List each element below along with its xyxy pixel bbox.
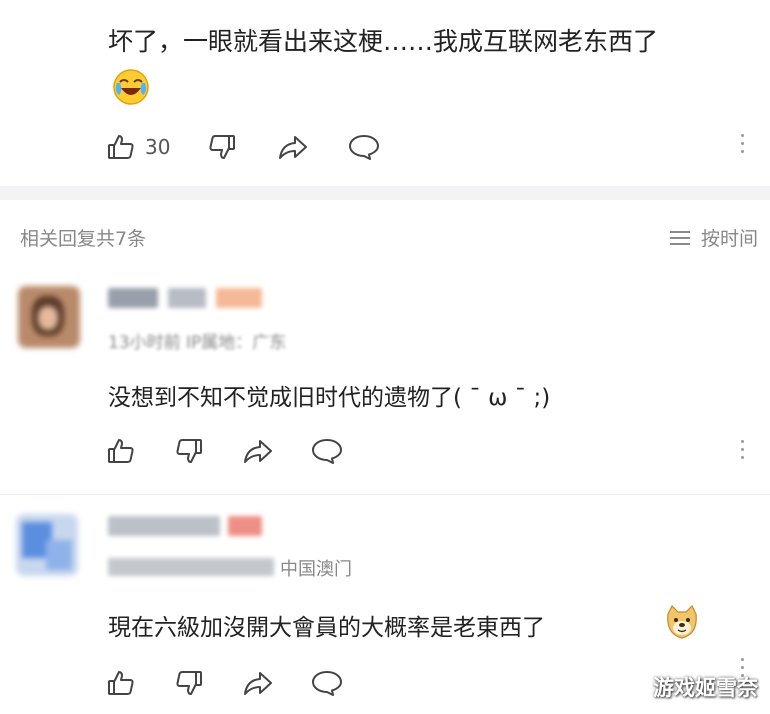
username-blur bbox=[168, 288, 206, 308]
sort-by-time-button[interactable]: 按时间 bbox=[669, 224, 758, 251]
like-count: 30 bbox=[145, 135, 171, 159]
like-button[interactable] bbox=[107, 669, 135, 697]
share-icon bbox=[244, 672, 272, 695]
comment-bubble-icon bbox=[312, 439, 342, 464]
username-blur bbox=[108, 516, 220, 536]
divider bbox=[0, 494, 770, 495]
section-divider bbox=[0, 186, 770, 200]
thumbs-down-icon bbox=[176, 671, 202, 695]
level-badge-blur bbox=[228, 516, 262, 536]
reply-text: 没想到不知不觉成旧时代的遗物了( ˉ ω ˉ ;) bbox=[108, 385, 551, 411]
level-badge-blur bbox=[216, 288, 262, 308]
share-button[interactable] bbox=[243, 669, 273, 697]
thumbs-up-icon bbox=[108, 135, 134, 159]
avatar[interactable] bbox=[16, 514, 78, 576]
share-icon bbox=[279, 136, 308, 159]
reply-text: 現在六級加沒開大會員的大概率是老東西了 bbox=[108, 608, 545, 642]
reply-button[interactable] bbox=[348, 133, 380, 161]
reply-button[interactable] bbox=[311, 669, 343, 697]
like-button[interactable] bbox=[107, 437, 135, 465]
thumbs-down-icon bbox=[176, 439, 202, 463]
more-options-icon[interactable] bbox=[741, 440, 745, 459]
watermark: 游戏姬雪奈 bbox=[653, 676, 758, 700]
avatar[interactable] bbox=[18, 286, 80, 348]
reply-meta: 13小时前 IP属地：广东 bbox=[108, 333, 287, 353]
thumbs-up-icon bbox=[108, 671, 134, 695]
thumbs-up-icon bbox=[108, 439, 134, 463]
reply-text-content: 現在六級加沒開大會員的大概率是老東西了 bbox=[108, 615, 545, 641]
replies-count-title: 相关回复共7条 bbox=[20, 228, 147, 250]
top-comment-text: 坏了，一眼就看出来这梗……我成互联网老东西了 bbox=[108, 27, 659, 56]
sort-lines-icon bbox=[669, 230, 690, 245]
comment-bubble-icon bbox=[349, 135, 380, 160]
crying-laugh-emoji bbox=[112, 68, 150, 110]
top-comment-actions: 30 bbox=[107, 132, 380, 162]
share-button[interactable] bbox=[278, 133, 308, 161]
reply-ip-location: 中国澳门 bbox=[280, 559, 352, 580]
reply-time-blur bbox=[108, 558, 274, 576]
dislike-button[interactable] bbox=[208, 133, 236, 161]
doge-emoji bbox=[664, 604, 700, 644]
comment-bubble-icon bbox=[312, 671, 342, 696]
sort-label: 按时间 bbox=[700, 228, 758, 250]
share-button[interactable] bbox=[243, 437, 273, 465]
reply-actions bbox=[107, 668, 343, 698]
like-button[interactable]: 30 bbox=[107, 133, 170, 161]
reply-button[interactable] bbox=[311, 437, 343, 465]
more-options-icon[interactable] bbox=[741, 134, 745, 153]
reply-actions bbox=[107, 436, 343, 466]
thumbs-down-icon bbox=[209, 135, 236, 159]
share-icon bbox=[244, 440, 272, 463]
username-blur bbox=[108, 288, 158, 308]
dislike-button[interactable] bbox=[175, 437, 203, 465]
dislike-button[interactable] bbox=[175, 669, 203, 697]
